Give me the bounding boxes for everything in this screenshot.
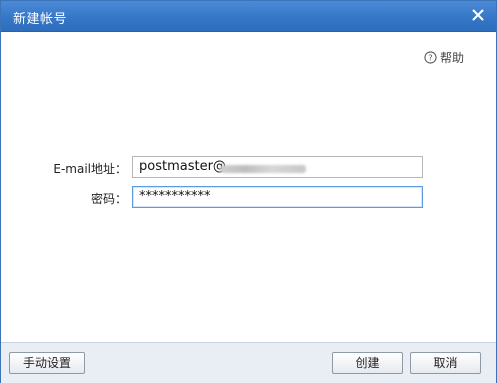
title-bar[interactable]: 新建帐号 [1, 1, 496, 32]
svg-text:?: ? [428, 52, 432, 62]
password-label: 密码： [90, 192, 127, 206]
create-button[interactable]: 创建 [332, 352, 403, 374]
new-account-dialog: 新建帐号 ? 帮助 E-mail地址： postmaster@ 密码： ****… [0, 0, 497, 383]
password-field[interactable]: *********** [132, 186, 423, 208]
cancel-button[interactable]: 取消 [410, 352, 481, 374]
email-domain-redaction [220, 165, 306, 173]
close-icon [472, 9, 484, 21]
manual-settings-button[interactable]: 手动设置 [9, 352, 85, 374]
password-value: *********** [139, 189, 211, 204]
email-value: postmaster@ [139, 159, 226, 174]
help-label: 帮助 [439, 51, 464, 65]
help-link[interactable]: ? 帮助 [424, 49, 464, 66]
close-button[interactable] [470, 7, 486, 23]
help-circle-icon: ? [424, 51, 437, 64]
email-label: E-mail地址： [53, 162, 127, 176]
dialog-title: 新建帐号 [13, 12, 68, 27]
dialog-footer: 手动设置 创建 取消 [1, 342, 496, 383]
